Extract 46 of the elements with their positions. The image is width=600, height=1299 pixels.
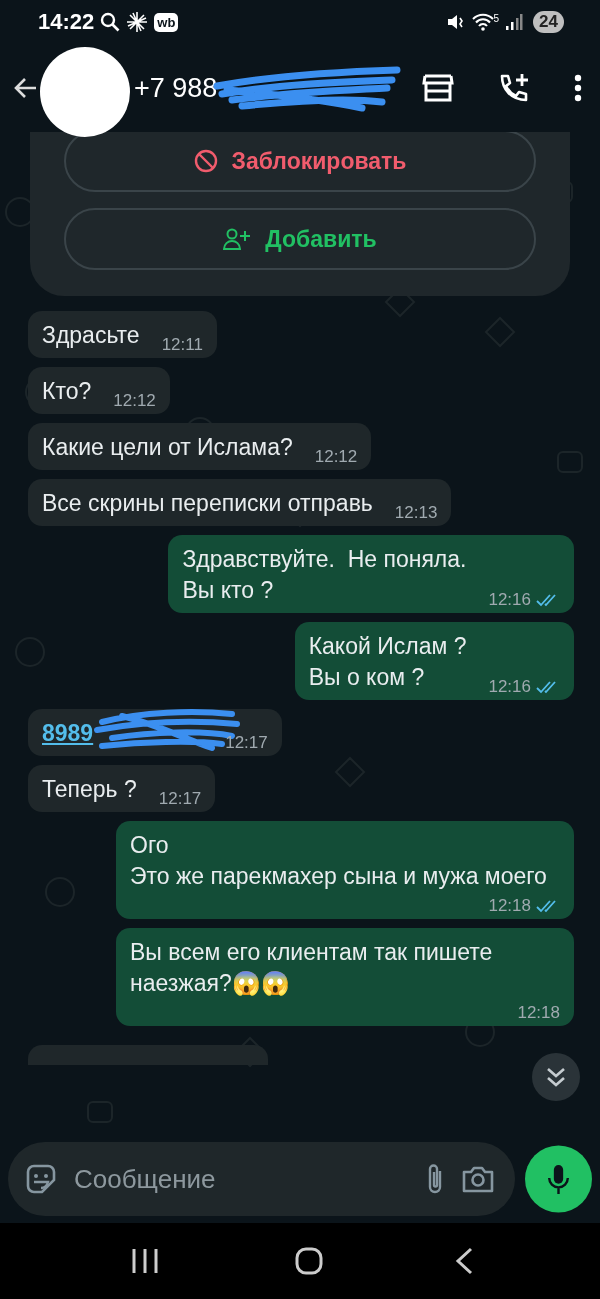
message-text: Все скрины переписки отправь (42, 489, 373, 518)
message-text: Здрасьте (42, 321, 140, 350)
message-text: Вы всем его клиентам так пишете наезжая?😱😱 (130, 938, 494, 998)
message-text: Какие цели от Ислама? (42, 433, 293, 462)
add-person-icon (223, 228, 252, 250)
add-call-icon[interactable] (498, 72, 530, 104)
message-time: 12:18 (488, 896, 531, 916)
message-input[interactable]: Сообщение (72, 1162, 411, 1196)
clock-time: 14:22 (38, 9, 95, 35)
message-time: 12:17 (158, 789, 202, 809)
message-time: 12:18 (517, 1003, 560, 1023)
message-text: Кто? (42, 377, 92, 406)
back-arrow-icon[interactable] (14, 76, 38, 100)
home-icon[interactable] (294, 1246, 324, 1276)
message-time: 12:11 (161, 335, 203, 355)
message-field[interactable]: Сообщение (8, 1142, 515, 1216)
microphone-button[interactable] (525, 1143, 592, 1215)
wifi-label: 5 (493, 13, 500, 24)
add-contact-button[interactable]: Добавить (64, 208, 536, 270)
mute-icon (445, 12, 466, 32)
message-time: 12:16 (488, 590, 531, 610)
more-options-icon[interactable] (574, 74, 582, 102)
message-text: Какой Ислам ? Вы о ком ? (308, 632, 467, 692)
phone-link[interactable]: 8989 (42, 720, 204, 746)
app-badge: wb (154, 12, 179, 32)
message-time: 12:13 (394, 503, 438, 523)
block-button[interactable]: Заблокировать (64, 132, 536, 192)
avatar-icon[interactable] (40, 47, 130, 137)
message-text: Ого Это же парекмахер сына и мужа моего (130, 831, 547, 891)
message-text: Здравствуйте. Не поняла. Вы кто ? (182, 545, 467, 605)
message-time: 12:16 (488, 677, 531, 697)
battery-level: 24 (533, 11, 564, 33)
sticker-icon[interactable] (24, 1162, 58, 1196)
search-icon (100, 12, 121, 32)
block-icon (193, 149, 218, 173)
message-time: 12:12 (314, 447, 358, 467)
contact-name[interactable]: +7 988 (134, 72, 218, 104)
message-text: Теперь ? (42, 775, 137, 804)
wifi-icon (471, 13, 494, 31)
scroll-down-icon[interactable] (532, 1053, 580, 1101)
message-time: 12:17 (225, 733, 268, 753)
sparkle-icon (126, 11, 149, 33)
message-time: 12:12 (113, 391, 156, 411)
camera-icon[interactable] (461, 1164, 495, 1194)
signal-icon (505, 13, 524, 31)
store-icon[interactable] (422, 73, 454, 103)
